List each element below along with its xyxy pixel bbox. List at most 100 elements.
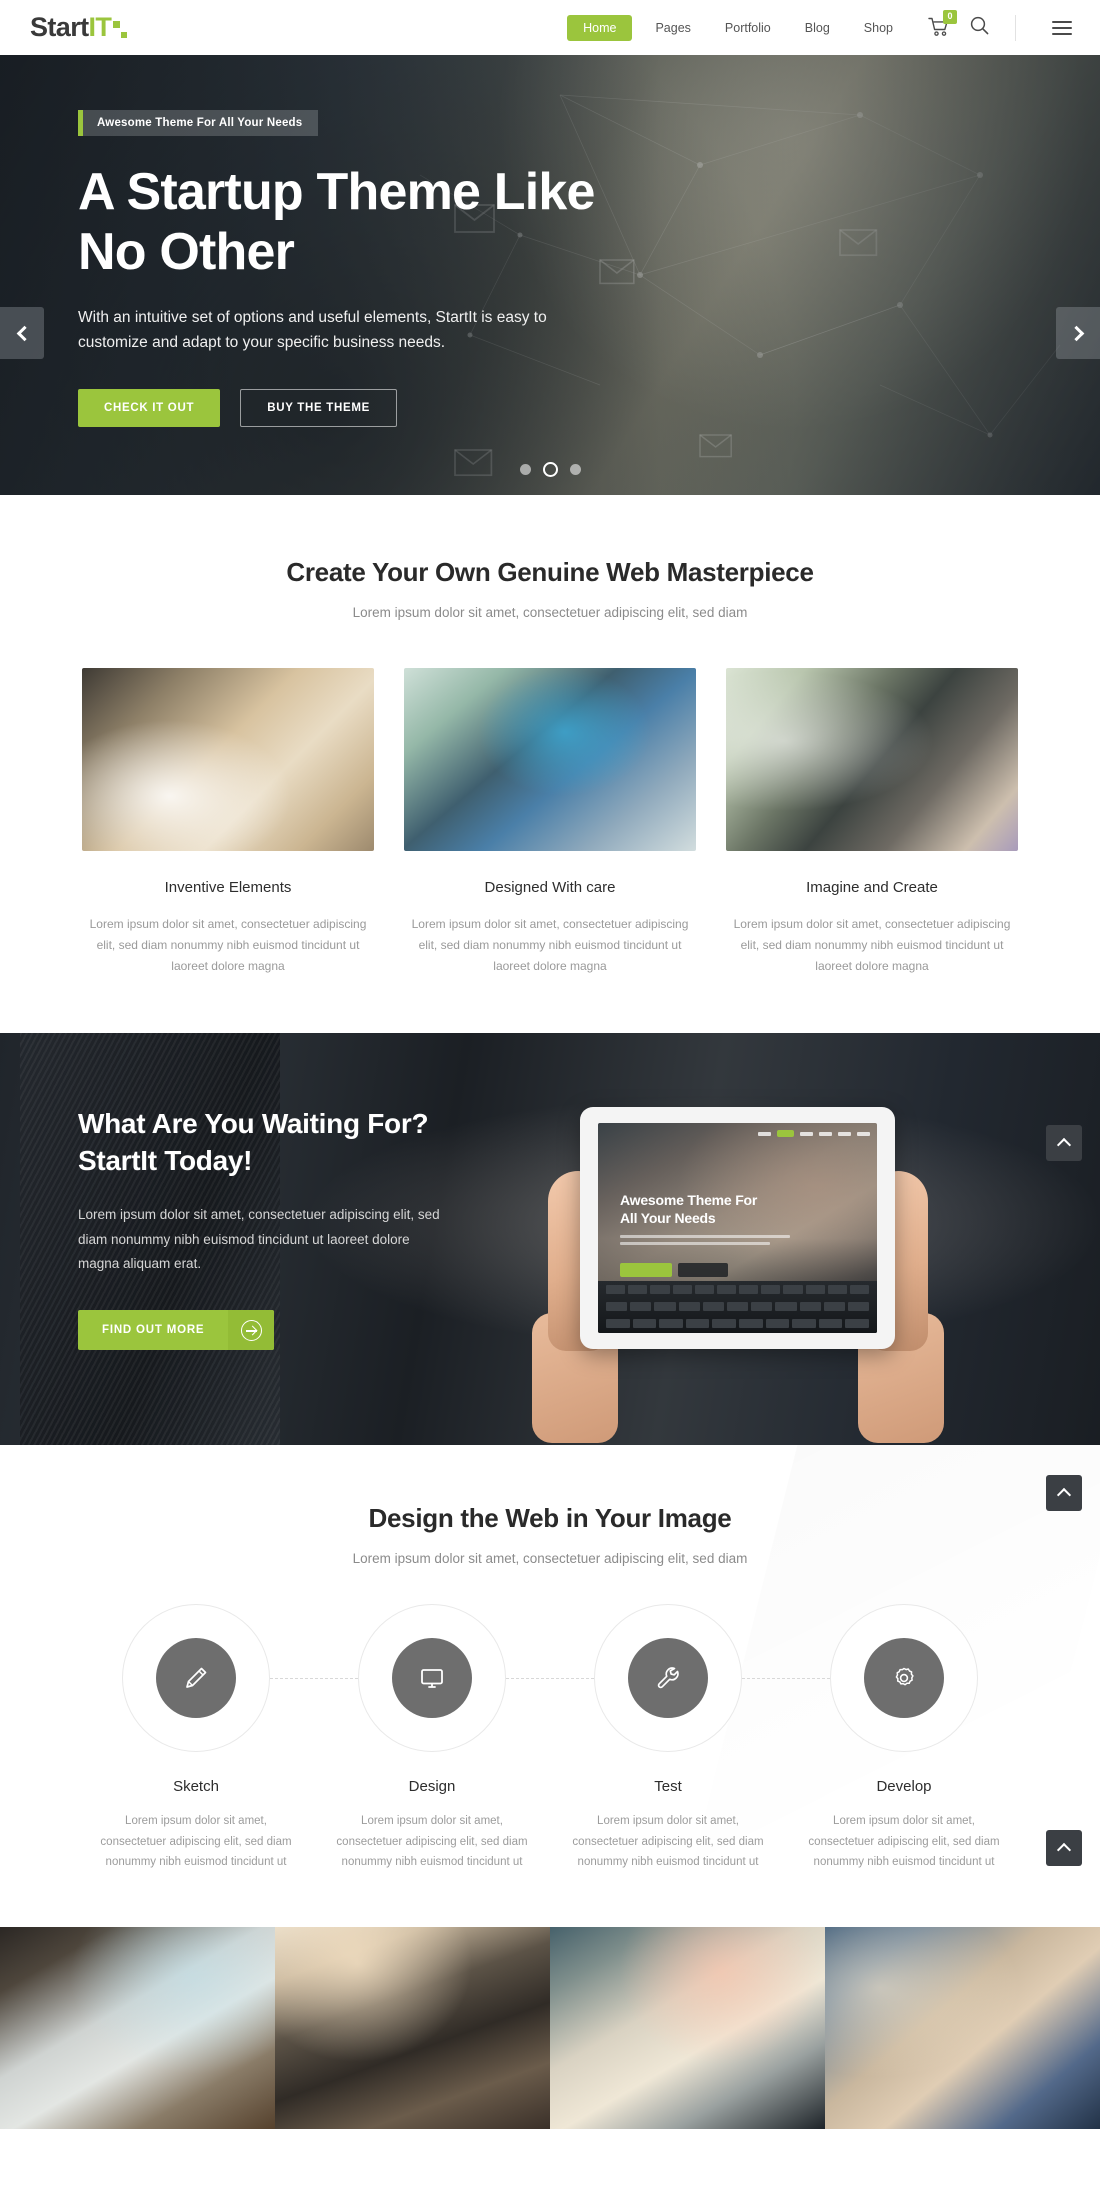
gallery-image[interactable] (825, 1927, 1100, 2130)
tablet-headline-line-1: Awesome Theme For (620, 1192, 758, 1208)
feature-card-image (82, 668, 374, 851)
tablet-preview-headline: Awesome Theme For All Your Needs (620, 1191, 757, 1227)
feature-card-image (726, 668, 1018, 851)
buy-the-theme-button[interactable]: BUY THE THEME (240, 388, 398, 427)
page-root: Start IT Home Pages Portfolio Blog Shop 0 (0, 0, 1100, 2130)
nav-item-pages[interactable]: Pages (638, 15, 707, 41)
find-out-more-label: FIND OUT MORE (102, 1324, 205, 1337)
masterpiece-subtitle: Lorem ipsum dolor sit amet, consectetuer… (352, 605, 748, 620)
tablet-preview-nav (758, 1130, 870, 1137)
process-step-disc (864, 1638, 944, 1718)
gallery-image[interactable] (0, 1927, 275, 2130)
wrench-icon (657, 1667, 679, 1689)
process-step-ring (122, 1604, 270, 1752)
process-step-text: Lorem ipsum dolor sit amet, consectetuer… (808, 1815, 1000, 1869)
hero-title-line-1: A Startup Theme Like (78, 163, 595, 221)
hero-dot-1[interactable] (519, 464, 531, 475)
back-to-top-button[interactable] (1046, 1830, 1082, 1866)
back-to-top-button[interactable] (1046, 1475, 1082, 1511)
process-step-title: Test (654, 1778, 682, 1795)
cta-text: Lorem ipsum dolor sit amet, consectetuer… (78, 1207, 440, 1272)
feature-card-title: Inventive Elements (164, 879, 292, 896)
process-step-title: Develop (876, 1778, 932, 1795)
chevron-right-icon (1068, 325, 1084, 341)
process-step[interactable]: Test Lorem ipsum dolor sit amet, consect… (550, 1604, 830, 1873)
arrow-right-circle-icon (228, 1310, 275, 1351)
back-to-top-button[interactable] (1046, 1125, 1082, 1161)
tablet-mockup: Awesome Theme For All Your Needs (470, 1093, 1000, 1445)
process-step-list: Sketch Lorem ipsum dolor sit amet, conse… (0, 1604, 1100, 1873)
process-step-text: Lorem ipsum dolor sit amet, consectetuer… (100, 1815, 292, 1869)
feature-card[interactable]: Inventive Elements Lorem ipsum dolor sit… (82, 668, 374, 977)
process-subtitle: Lorem ipsum dolor sit amet, consectetuer… (352, 1551, 748, 1566)
hero-subtitle: With an intuitive set of options and use… (78, 308, 547, 351)
hero-next-arrow[interactable] (1056, 307, 1100, 359)
hero-pagination (0, 462, 1100, 477)
logo-text-primary: Start (30, 12, 89, 42)
process-step-title: Sketch (173, 1778, 219, 1795)
masterpiece-title: Create Your Own Genuine Web Masterpiece (286, 557, 814, 587)
logo-squares-icon (113, 19, 129, 41)
feature-card[interactable]: Designed With care Lorem ipsum dolor sit… (404, 668, 696, 977)
check-it-out-button[interactable]: CHECK IT OUT (78, 388, 221, 427)
site-logo[interactable]: Start IT (30, 14, 129, 41)
cta-title-line-1: What Are You Waiting For? (78, 1108, 429, 1139)
hero-tagline: Awesome Theme For All Your Needs (78, 110, 319, 136)
process-step-title: Design (408, 1778, 456, 1795)
site-header: Start IT Home Pages Portfolio Blog Shop 0 (0, 0, 1100, 55)
tablet-preview-buttons (620, 1263, 728, 1277)
header-divider (1015, 14, 1016, 41)
tablet-headline-line-2: All Your Needs (620, 1210, 716, 1227)
nav-item-portfolio[interactable]: Portfolio (708, 15, 788, 41)
process-step[interactable]: Design Lorem ipsum dolor sit amet, conse… (314, 1604, 594, 1873)
logo-text-accent: IT (88, 12, 112, 42)
masterpiece-section: Create Your Own Genuine Web Masterpiece … (0, 495, 1100, 1033)
hero-tagline-accent-bar (78, 110, 83, 136)
gear-icon (895, 1667, 914, 1686)
feature-card-text: Lorem ipsum dolor sit amet, consectetuer… (89, 917, 367, 973)
process-step-ring (594, 1604, 742, 1752)
chevron-up-icon (1056, 1137, 1072, 1153)
tablet-preview-keyboard (598, 1281, 877, 1333)
cart-button[interactable]: 0 (928, 9, 957, 39)
hero-button-group: CHECK IT OUT BUY THE THEME (78, 388, 1100, 427)
nav-item-shop[interactable]: Shop (847, 15, 910, 41)
hero-slider: Awesome Theme For All Your Needs A Start… (0, 55, 1100, 495)
process-title: Design the Web in Your Image (368, 1503, 732, 1533)
hero-title-line-2: No Other (78, 222, 295, 281)
hero-tagline-text: Awesome Theme For All Your Needs (97, 117, 303, 129)
monitor-icon (421, 1669, 443, 1688)
process-step-disc (392, 1638, 472, 1718)
cta-section: What Are You Waiting For? StartIt Today!… (0, 1033, 1100, 1445)
process-step[interactable]: Develop Lorem ipsum dolor sit amet, cons… (786, 1604, 1022, 1873)
nav-item-blog[interactable]: Blog (788, 15, 847, 41)
process-step-text: Lorem ipsum dolor sit amet, consectetuer… (336, 1815, 528, 1869)
tablet-preview-text-lines (620, 1235, 790, 1249)
process-step[interactable]: Sketch Lorem ipsum dolor sit amet, conse… (78, 1604, 358, 1873)
hero-dot-2[interactable] (542, 462, 558, 477)
process-section: Design the Web in Your Image Lorem ipsum… (0, 1445, 1100, 1928)
process-step-disc (628, 1638, 708, 1718)
hamburger-menu-icon[interactable] (1052, 20, 1072, 35)
search-icon (970, 16, 989, 34)
chevron-up-icon (1056, 1842, 1072, 1858)
cart-count-badge: 0 (943, 9, 957, 24)
process-step-ring (358, 1604, 506, 1752)
hero-title: A Startup Theme Like No Other (78, 163, 718, 283)
chevron-left-icon (16, 325, 32, 341)
feature-card[interactable]: Imagine and Create Lorem ipsum dolor sit… (726, 668, 1018, 977)
gallery-image[interactable] (550, 1927, 825, 2130)
tablet-screen: Awesome Theme For All Your Needs (598, 1123, 877, 1333)
process-step-text: Lorem ipsum dolor sit amet, consectetuer… (572, 1815, 764, 1869)
feature-card-text: Lorem ipsum dolor sit amet, consectetuer… (411, 917, 689, 973)
nav-item-home[interactable]: Home (567, 14, 633, 41)
header-icon-group: 0 (928, 9, 1072, 41)
hero-prev-arrow[interactable] (0, 307, 44, 359)
feature-card-title: Imagine and Create (806, 879, 938, 896)
feature-card-image (404, 668, 696, 851)
gallery-image[interactable] (275, 1927, 550, 2130)
find-out-more-button[interactable]: FIND OUT MORE (78, 1310, 275, 1351)
search-button[interactable] (970, 16, 989, 40)
hero-dot-3[interactable] (569, 464, 581, 475)
main-navigation: Home Pages Portfolio Blog Shop 0 (567, 9, 1072, 41)
